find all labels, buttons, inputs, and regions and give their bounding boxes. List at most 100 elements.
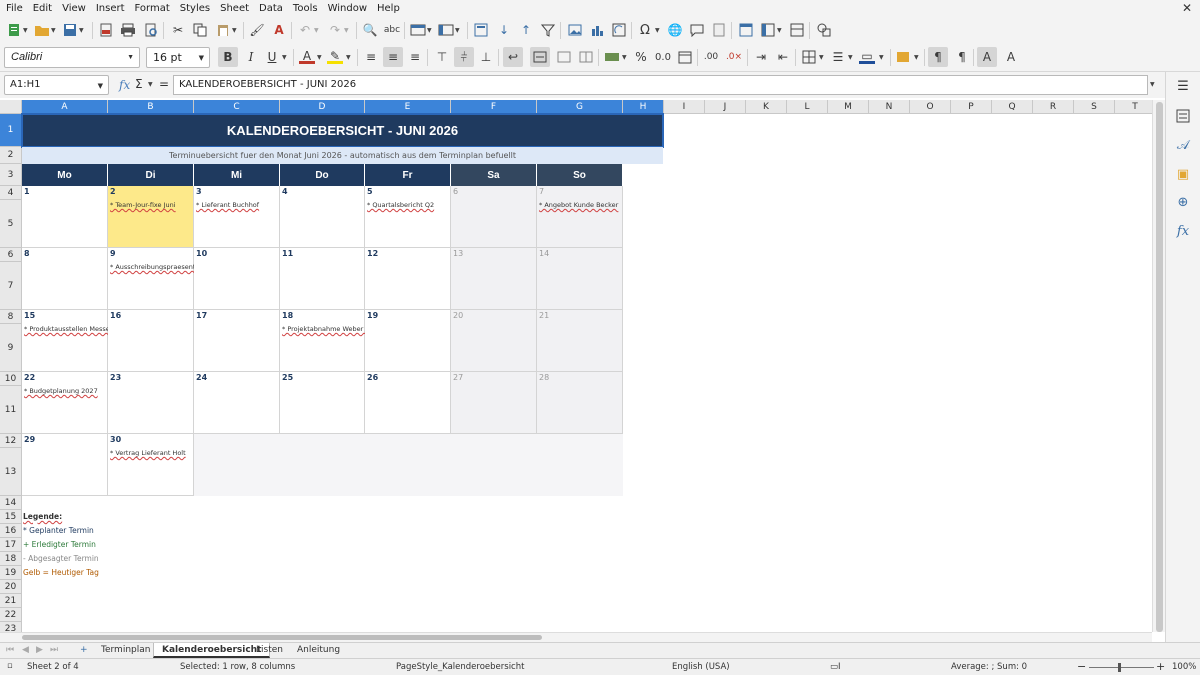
language[interactable]: English (USA) <box>672 662 730 672</box>
calendar-day-cell[interactable]: 13 <box>451 248 537 310</box>
row-header-21[interactable]: 21 <box>0 594 22 608</box>
merge-center-icon[interactable] <box>530 47 550 67</box>
gallery-icon[interactable]: ▣ <box>1175 166 1191 182</box>
paste-icon[interactable] <box>215 22 231 38</box>
select-all-corner[interactable] <box>0 100 22 114</box>
freeze-dropdown-icon[interactable]: ▼ <box>777 27 782 34</box>
bold-icon[interactable]: B <box>218 47 238 67</box>
align-bottom-icon[interactable]: ⊥ <box>478 49 494 65</box>
hyperlink-icon[interactable]: 🌐 <box>667 22 683 38</box>
menu-sheet[interactable]: Sheet <box>220 3 249 14</box>
column-header-c[interactable]: C <box>194 100 280 114</box>
redo-dropdown-icon[interactable]: ▼ <box>344 27 349 34</box>
row-header-2[interactable]: 2 <box>0 147 22 164</box>
show-draw-functions-icon[interactable] <box>816 22 832 38</box>
calendar-day-cell[interactable]: 20 <box>451 310 537 372</box>
spelling-icon[interactable]: abc <box>384 22 400 38</box>
function-wizard-icon[interactable]: fx <box>119 78 130 92</box>
border-color-icon[interactable]: ▭ <box>859 49 875 64</box>
headers-footers-icon[interactable] <box>711 22 727 38</box>
add-decimal-icon[interactable]: .00 <box>703 49 719 65</box>
sum-dropdown-icon[interactable]: ▼ <box>148 81 153 88</box>
calendar-day-cell[interactable]: 3 * Lieferant Buchhof <box>194 186 280 248</box>
sort-ascending-icon[interactable]: ↓ <box>496 22 512 38</box>
define-print-area-icon[interactable] <box>738 22 754 38</box>
align-left-icon[interactable]: ≡ <box>363 49 379 65</box>
formula-input[interactable]: KALENDEROEBERSICHT - JUNI 2026 <box>173 75 1148 95</box>
cut-icon[interactable]: ✂ <box>170 22 186 38</box>
insert-image-icon[interactable] <box>567 22 583 38</box>
number-format-icon[interactable]: 0.0 <box>655 49 671 65</box>
print-icon[interactable] <box>120 22 136 38</box>
conditional-format-icon[interactable] <box>896 49 912 65</box>
border-color-dropdown-icon[interactable]: ▼ <box>879 54 884 61</box>
row-header-9[interactable]: 9 <box>0 324 22 372</box>
calendar-day-cell[interactable]: 11 <box>280 248 365 310</box>
weekday-header[interactable]: Di <box>108 164 194 186</box>
sheet-tab[interactable]: Anleitung <box>289 643 348 658</box>
date-format-icon[interactable] <box>677 49 693 65</box>
zoom-slider[interactable] <box>1089 667 1154 668</box>
font-color-icon[interactable]: A <box>299 49 315 64</box>
row-header-16[interactable]: 16 <box>0 524 22 538</box>
calendar-day-cell[interactable]: 27 <box>451 372 537 434</box>
calendar-day-cell[interactable]: 10 <box>194 248 280 310</box>
calendar-day-cell[interactable]: 8 <box>22 248 108 310</box>
calendar-day-cell[interactable]: 24 <box>194 372 280 434</box>
column-header-h[interactable]: H <box>623 100 664 114</box>
row-header-10[interactable]: 10 <box>0 372 22 386</box>
borders-icon[interactable] <box>801 49 817 65</box>
menu-help[interactable]: Help <box>377 3 400 14</box>
currency-format-icon[interactable] <box>604 49 620 65</box>
menu-window[interactable]: Window <box>328 3 367 14</box>
percent-format-icon[interactable]: % <box>633 49 649 65</box>
calendar-day-cell[interactable]: 15 * Produktausstellen Messe <box>22 310 110 372</box>
zoom-slider-knob[interactable] <box>1118 663 1121 672</box>
calendar-day-cell[interactable]: 30 * Vertrag Lieferant Holt <box>108 434 194 496</box>
row-header-20[interactable]: 20 <box>0 580 22 594</box>
comment-icon[interactable] <box>689 22 705 38</box>
center-vertically-icon[interactable]: ⫩ <box>454 47 474 67</box>
calendar-day-cell[interactable]: 14 <box>537 248 623 310</box>
column-header-j[interactable]: J <box>705 100 746 114</box>
left-to-right-icon[interactable]: ¶ <box>928 47 948 67</box>
row-header-1[interactable]: 1 <box>0 114 22 147</box>
row-header-23[interactable]: 23 <box>0 622 22 632</box>
empty-calendar-cell[interactable] <box>451 434 537 496</box>
decrease-indent-icon[interactable]: ⇤ <box>775 49 791 65</box>
page-style[interactable]: PageStyle_Kalenderoebersicht <box>396 662 524 672</box>
text-orientation-icon[interactable]: A <box>977 47 997 67</box>
open-folder-icon[interactable] <box>34 22 50 38</box>
row-header-18[interactable]: 18 <box>0 552 22 566</box>
row-header-4[interactable]: 4 <box>0 186 22 200</box>
weekday-header[interactable]: Mi <box>194 164 280 186</box>
calendar-day-cell[interactable]: 29 <box>22 434 108 496</box>
align-center-icon[interactable]: ≡ <box>383 47 403 67</box>
special-character-dropdown-icon[interactable]: ▼ <box>655 27 660 34</box>
delete-decimal-icon[interactable]: .0× <box>726 49 742 65</box>
row-header-11[interactable]: 11 <box>0 386 22 434</box>
row-header-17[interactable]: 17 <box>0 538 22 552</box>
sum-icon[interactable]: Σ <box>135 77 143 91</box>
properties-icon[interactable] <box>1175 108 1191 124</box>
export-pdf-icon[interactable] <box>98 22 114 38</box>
weekday-header[interactable]: Do <box>280 164 365 186</box>
horizontal-scrollbar[interactable] <box>0 632 1152 642</box>
align-right-icon[interactable]: ≡ <box>407 49 423 65</box>
name-box-dropdown-icon[interactable]: ▼ <box>98 82 103 90</box>
calendar-day-cell[interactable]: 19 <box>365 310 451 372</box>
calendar-day-cell[interactable]: 7 * Angebot Kunde Becker <box>537 186 623 248</box>
redo-icon[interactable]: ↷ <box>327 22 343 38</box>
row-dropdown-icon[interactable]: ▼ <box>427 27 432 34</box>
sidebar-menu-icon[interactable]: ☰ <box>1175 78 1191 94</box>
font-color-dropdown-icon[interactable]: ▼ <box>317 54 322 61</box>
empty-calendar-cell[interactable] <box>365 434 451 496</box>
row-header-12[interactable]: 12 <box>0 434 22 448</box>
freeze-rows-columns-icon[interactable] <box>760 22 776 38</box>
open-dropdown-icon[interactable]: ▼ <box>51 27 56 34</box>
font-size-box[interactable]: 16 pt ▼ <box>146 47 210 68</box>
calendar-day-cell[interactable]: 1 <box>22 186 108 248</box>
font-size-dropdown-icon[interactable]: ▼ <box>199 54 204 62</box>
vertical-scrollbar[interactable] <box>1152 100 1165 632</box>
column-header-b[interactable]: B <box>108 100 194 114</box>
